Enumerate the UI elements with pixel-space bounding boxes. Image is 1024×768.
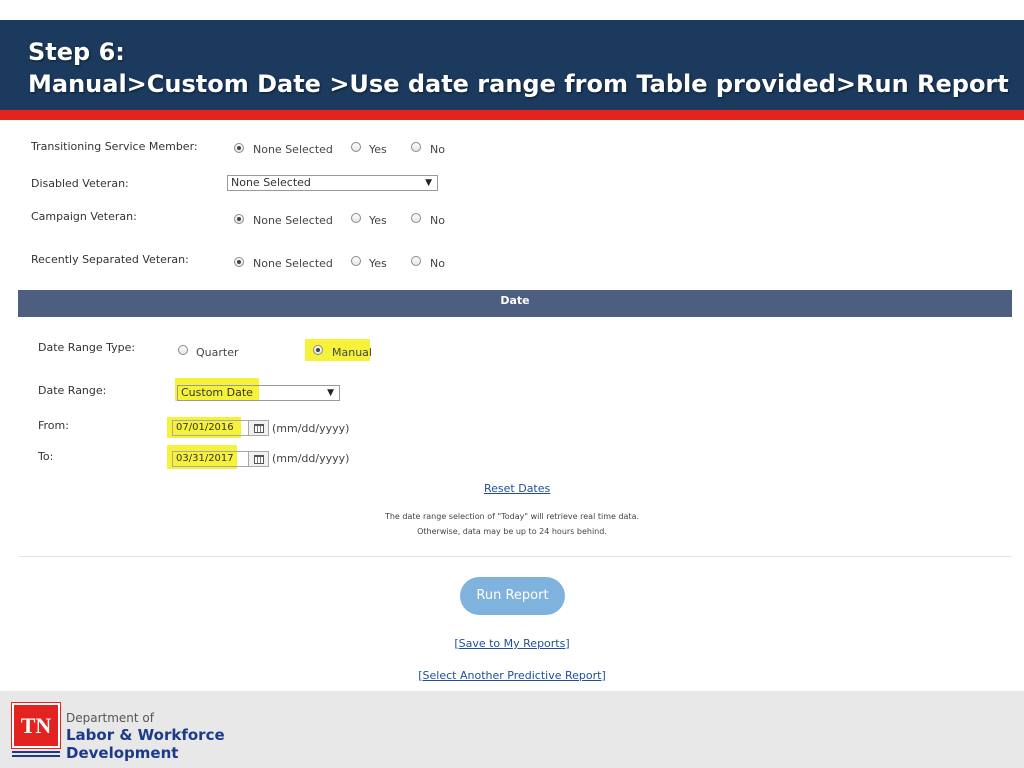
to-date-input[interactable]: 03/31/2017	[172, 451, 249, 467]
save-report-link[interactable]: [Save to My Reports]	[0, 637, 1024, 650]
dept-line2: Labor & Workforce	[66, 726, 225, 744]
recent-yes-radio[interactable]	[351, 256, 361, 266]
range-type-label: Date Range Type:	[38, 341, 136, 354]
to-calendar-button[interactable]	[249, 451, 269, 467]
select-report-text: Select Another Predictive Report	[422, 669, 602, 682]
save-report-text: Save to My Reports	[458, 637, 566, 650]
quarter-label: Quarter	[196, 346, 239, 359]
report-form: Transitioning Service Member: None Selec…	[0, 120, 1024, 691]
date-range-select[interactable]: Custom Date ▼	[177, 385, 340, 401]
campaign-none-radio[interactable]	[234, 214, 244, 224]
to-format-hint: (mm/dd/yyyy)	[272, 452, 350, 465]
date-section-title: Date	[500, 294, 530, 307]
transitioning-none-radio[interactable]	[234, 143, 244, 153]
campaign-none-label: None Selected	[253, 214, 333, 227]
quarter-radio[interactable]	[178, 345, 188, 355]
chevron-down-icon: ▼	[425, 178, 432, 188]
to-label: To:	[38, 450, 54, 463]
transitioning-label: Transitioning Service Member:	[31, 140, 198, 153]
step-title: Step 6:	[28, 38, 125, 66]
calendar-icon	[254, 424, 264, 433]
run-report-button[interactable]: Run Report	[460, 577, 565, 615]
date-range-label: Date Range:	[38, 384, 107, 397]
dept-line3: Development	[66, 744, 179, 762]
header-accent-bar	[0, 110, 1024, 120]
from-label: From:	[38, 419, 69, 432]
transitioning-no-radio[interactable]	[411, 142, 421, 152]
chevron-down-icon: ▼	[327, 388, 334, 398]
dept-line1: Department of	[66, 711, 154, 725]
calendar-icon	[254, 455, 264, 464]
campaign-yes-label: Yes	[369, 214, 387, 227]
date-note-line2: Otherwise, data may be up to 24 hours be…	[417, 527, 607, 536]
recent-no-radio[interactable]	[411, 256, 421, 266]
recent-none-radio[interactable]	[234, 257, 244, 267]
from-calendar-button[interactable]	[249, 420, 269, 436]
campaign-no-label: No	[430, 214, 445, 227]
from-date-input[interactable]: 07/01/2016	[172, 420, 249, 436]
campaign-label: Campaign Veteran:	[31, 210, 137, 223]
tn-logo: TN	[11, 702, 61, 749]
recent-yes-label: Yes	[369, 257, 387, 270]
slide-header: Step 6: Manual>Custom Date >Use date ran…	[0, 20, 1024, 110]
logo-underline	[12, 751, 60, 757]
date-range-value: Custom Date	[181, 386, 253, 399]
transitioning-none-label: None Selected	[253, 143, 333, 156]
disabled-select[interactable]: None Selected ▼	[227, 175, 438, 191]
manual-label: Manual	[332, 346, 372, 359]
reset-dates-link[interactable]: Reset Dates	[484, 482, 550, 495]
date-section-header: Date	[18, 290, 1012, 317]
recent-label: Recently Separated Veteran:	[31, 253, 189, 266]
transitioning-yes-radio[interactable]	[351, 142, 361, 152]
section-divider	[18, 556, 1012, 557]
step-instructions: Manual>Custom Date >Use date range from …	[28, 70, 1009, 98]
manual-radio[interactable]	[313, 345, 323, 355]
campaign-yes-radio[interactable]	[351, 213, 361, 223]
recent-none-label: None Selected	[253, 257, 333, 270]
date-note-line1: The date range selection of "Today" will…	[384, 512, 640, 521]
campaign-no-radio[interactable]	[411, 213, 421, 223]
top-margin	[0, 0, 1024, 20]
select-report-link[interactable]: [Select Another Predictive Report]	[0, 669, 1024, 682]
disabled-select-value: None Selected	[231, 176, 311, 189]
transitioning-no-label: No	[430, 143, 445, 156]
slide-footer: TN Department of Labor & Workforce Devel…	[0, 691, 1024, 768]
recent-no-label: No	[430, 257, 445, 270]
transitioning-yes-label: Yes	[369, 143, 387, 156]
tn-logo-text: TN	[20, 713, 52, 738]
from-format-hint: (mm/dd/yyyy)	[272, 422, 350, 435]
disabled-label: Disabled Veteran:	[31, 177, 129, 190]
